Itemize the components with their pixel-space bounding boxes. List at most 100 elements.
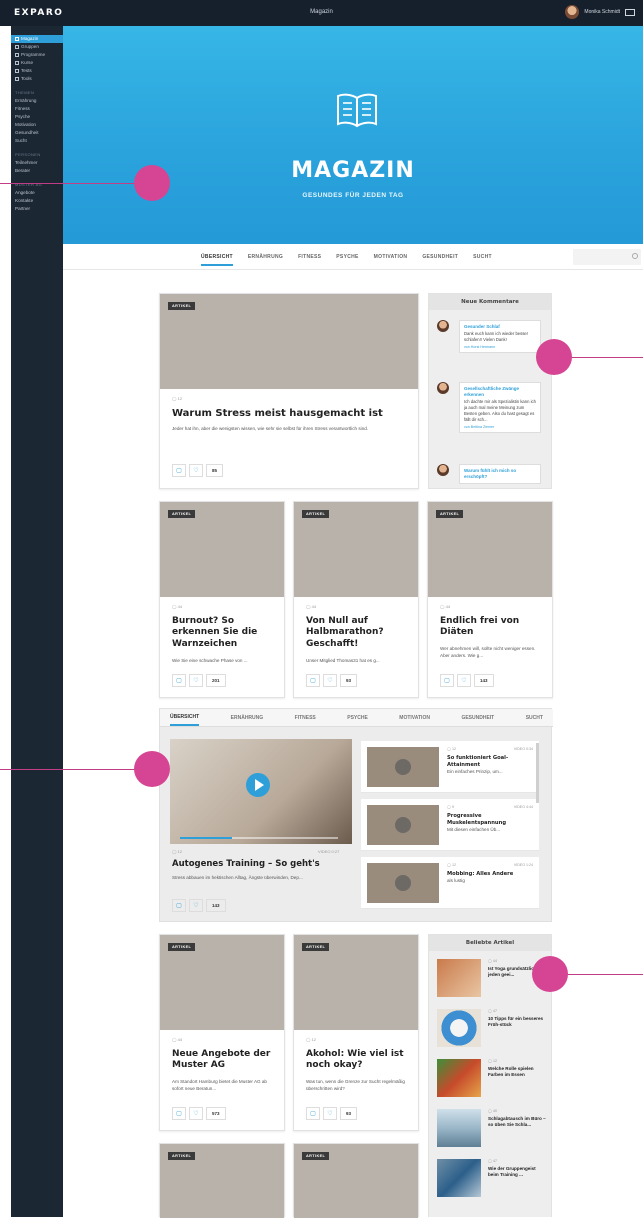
sidebar-item-sucht[interactable]: Sucht [11,137,63,145]
tab-fitness[interactable]: FITNESS [298,254,321,266]
article-card[interactable]: ARTIKEL ◯ 44 Endlich frei von Diäten Wer… [427,501,553,698]
like-button[interactable]: ♡ [189,674,203,687]
bookmark-button[interactable]: ▢ [172,1107,186,1120]
article-image[interactable] [160,294,418,389]
mail-icon[interactable] [625,8,635,16]
article-title[interactable]: Neue Angebote der Muster AG [172,1049,278,1072]
tab-motivation[interactable]: MOTIVATION [399,709,430,726]
tab-uebersicht[interactable]: ÜBERSICHT [170,709,200,726]
popular-image[interactable] [437,959,481,997]
play-icon[interactable] [395,817,411,833]
sidebar-item-partner[interactable]: Partner [11,205,63,213]
bookmark-button[interactable]: ▢ [306,1107,320,1120]
sidebar-item-teilnehmer[interactable]: Teilnehmer [11,159,63,167]
article-card[interactable]: ARTIKEL ◯ 44 Burnout? So erkennen Sie di… [159,501,285,698]
popular-title-text[interactable]: Welche Rolle spielen Farben im Essen [488,1066,546,1078]
tab-ernaehrung[interactable]: ERNÄHRUNG [248,254,283,266]
scrollbar[interactable] [536,743,539,803]
search-icon[interactable] [632,253,638,259]
article-card[interactable]: ARTIKEL [293,1143,419,1218]
popular-title-text[interactable]: 10 Tipps für ein besseres Früh-stück [488,1016,546,1028]
comment-item[interactable]: Warum fühlt ich mich so erschöpft? [437,464,547,486]
popular-item[interactable]: ◯ 44 Ist Yoga grundsätzlich für jeden gee… [437,959,547,1003]
play-icon[interactable] [395,875,411,891]
video-thumbnail[interactable] [367,805,439,845]
popular-title-text[interactable]: Schlagabtausch im Büro – so üben Sie Sch… [488,1116,546,1128]
sidebar-item-gesundheit[interactable]: Gesundheit [11,129,63,137]
article-card[interactable]: ARTIKEL [159,1143,285,1218]
video-list-item[interactable]: ◯ 12 VIDEO 1:24 Mobbing: Alles Andere als… [361,857,539,909]
comment-topic[interactable]: Gesunder Schlaf [464,324,536,330]
video-title[interactable]: Mobbing: Alles Andere [447,871,513,877]
sidebar-item-berater[interactable]: Berater [11,167,63,175]
like-button[interactable]: ♡ [323,1107,337,1120]
popular-item[interactable]: ◯ 40 Schlagabtausch im Büro – so üben Sie… [437,1109,547,1153]
sidebar-item-fitness[interactable]: Fitness [11,105,63,113]
popular-item[interactable]: ◯ 12 Welche Rolle spielen Farben im Essen [437,1059,547,1103]
user-menu[interactable]: Monika Schmidt [565,5,635,19]
popular-image[interactable] [437,1159,481,1197]
sidebar-item-psyche[interactable]: Psyche [11,113,63,121]
article-title[interactable]: Burnout? So erkennen Sie die Warnzeichen [172,616,278,650]
comment-item[interactable]: Gesellschaftliche Zwänge erkennen Ich da… [437,382,547,452]
tab-ernaehrung[interactable]: ERNÄHRUNG [231,709,264,726]
video-list-item[interactable]: ◯ 9 VIDEO 4:44 Progressive Muskelentspan… [361,799,539,851]
comment-topic[interactable]: Warum fühlt ich mich so erschöpft? [464,468,536,480]
article-card[interactable]: ARTIKEL ◯ 44 Von Null auf Halbmarathon? … [293,501,419,698]
sidebar-item-ernaehrung[interactable]: Ernährung [11,97,63,105]
bookmark-button[interactable]: ▢ [306,674,320,687]
popular-item[interactable]: ◯ 47 10 Tipps für ein besseres Früh-stück [437,1009,547,1053]
like-button[interactable]: ♡ [457,674,471,687]
sidebar-item-kurse[interactable]: Kurse [11,59,63,67]
search-input[interactable] [573,249,641,265]
play-icon[interactable] [395,759,411,775]
sidebar-item-kontakte[interactable]: Kontakte [11,197,63,205]
popular-image[interactable] [437,1109,481,1147]
sidebar-item-magazin[interactable]: Magazin [11,35,63,43]
video-title[interactable]: Autogenes Training – So geht's [172,859,352,870]
tab-fitness[interactable]: FITNESS [295,709,316,726]
video-thumbnail[interactable] [367,747,439,787]
tab-gesundheit[interactable]: GESUNDHEIT [461,709,494,726]
popular-item[interactable]: ◯ 47 Wie der Gruppengeist beim Training .… [437,1159,547,1203]
popular-image[interactable] [437,1059,481,1097]
article-title[interactable]: Von Null auf Halbmarathon? Geschafft! [306,616,412,650]
article-card[interactable]: ARTIKEL ◯ 44 Neue Angebote der Muster AG… [159,934,285,1131]
bookmark-button[interactable]: ▢ [440,674,454,687]
video-title[interactable]: So funktioniert Goal-Attainment [447,755,508,768]
article-card[interactable]: ARTIKEL ◯ 12 Akohol: Wie viel ist noch o… [293,934,419,1131]
play-icon[interactable] [246,773,270,797]
article-title[interactable]: Endlich frei von Diäten [440,616,546,639]
popular-title-text[interactable]: Wie der Gruppengeist beim Training ... [488,1166,546,1178]
tab-psyche[interactable]: PSYCHE [336,254,358,266]
bookmark-button[interactable]: ▢ [172,674,186,687]
article-title[interactable]: Akohol: Wie viel ist noch okay? [306,1049,412,1072]
tab-sucht[interactable]: SUCHT [473,254,492,266]
user-name[interactable]: Monika Schmidt [584,9,620,15]
like-button[interactable]: ♡ [189,1107,203,1120]
sidebar-item-angebote[interactable]: Angebote [11,189,63,197]
like-button[interactable]: ♡ [189,899,203,912]
sidebar-item-tests[interactable]: Tests [11,67,63,75]
featured-article-card[interactable]: ARTIKEL ◯ 12 Warum Stress meist hausgema… [159,293,419,489]
tab-motivation[interactable]: MOTIVATION [374,254,408,266]
video-thumbnail[interactable] [367,863,439,903]
bookmark-button[interactable]: ▢ [172,464,186,477]
like-button[interactable]: ♡ [189,464,203,477]
sidebar-item-tools[interactable]: Tools [11,75,63,83]
like-button[interactable]: ♡ [323,674,337,687]
sidebar-item-gruppen[interactable]: Gruppen [11,43,63,51]
comment-item[interactable]: Gesunder Schlaf Dank euch kann ich wiede… [437,320,547,370]
tab-uebersicht[interactable]: ÜBERSICHT [201,254,233,266]
popular-image[interactable] [437,1009,481,1047]
video-progress-bar[interactable] [180,837,338,839]
tab-gesundheit[interactable]: GESUNDHEIT [422,254,458,266]
sidebar-item-motivation[interactable]: Motivation [11,121,63,129]
tab-psyche[interactable]: PSYCHE [347,709,368,726]
bookmark-button[interactable]: ▢ [172,899,186,912]
sidebar-item-programme[interactable]: Programme [11,51,63,59]
video-player[interactable] [170,739,352,844]
avatar[interactable] [565,5,580,19]
tab-sucht[interactable]: SUCHT [526,709,543,726]
comment-topic[interactable]: Gesellschaftliche Zwänge erkennen [464,386,536,398]
